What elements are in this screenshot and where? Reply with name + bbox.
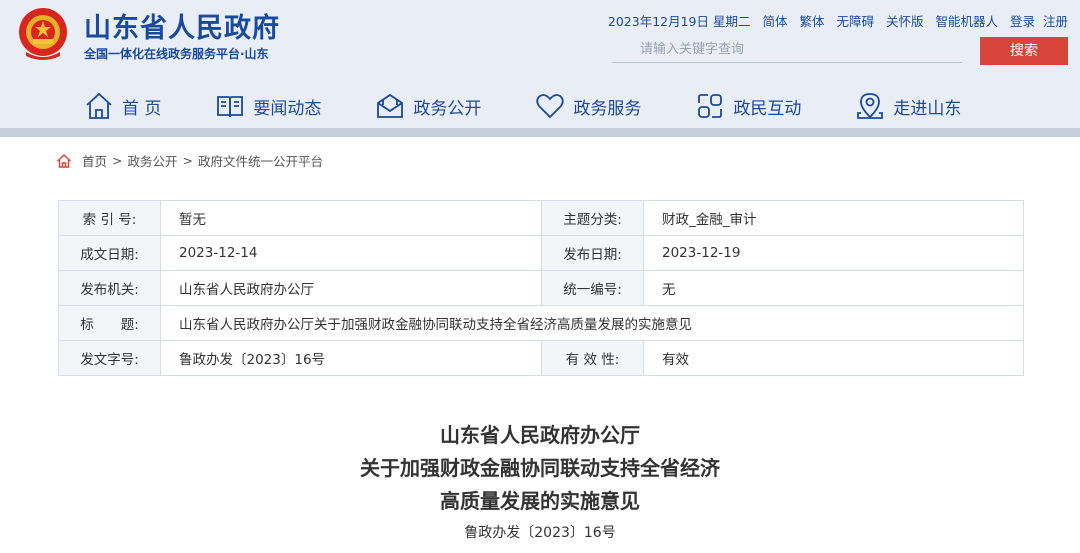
doc-number-value: 鲁政办发〔2023〕16号 [160, 340, 542, 376]
doc-number-label: 发文字号: [58, 340, 161, 376]
home-icon [56, 153, 72, 168]
title-value: 山东省人民政府办公厅关于加强财政金融协同联动支持全省经济高质量发展的实施意见 [160, 305, 1024, 341]
nav-interaction-label: 政民互动 [733, 98, 802, 119]
site-subtitle: 全国一体化在线政务服务平台·山东 [84, 47, 269, 61]
home-icon [86, 92, 112, 119]
link-robot[interactable]: 智能机器人 [935, 14, 998, 29]
heart-icon [536, 94, 565, 119]
created-date-label: 成文日期: [58, 235, 161, 271]
document-title-line-2: 关于加强财政金融协同联动支持全省经济 [360, 456, 720, 480]
table-row: 发布机关: 山东省人民政府办公厅 统一编号: 无 [58, 270, 1024, 306]
current-date: 2023年12月19日 星期二 [607, 14, 751, 29]
breadcrumb: 首页 > 政务公开 > 政府文件统一公开平台 [56, 151, 323, 170]
document-title-line-1: 山东省人民政府办公厅 [440, 423, 640, 447]
table-row: 发文字号: 鲁政办发〔2023〕16号 有 效 性: 有效 [58, 340, 1024, 376]
created-date-value: 2023-12-14 [160, 235, 542, 271]
main-nav: 首 页 要闻动态 政务公开 政务服务 政民互动 走进山东 [84, 88, 1015, 124]
interaction-icon [698, 94, 723, 118]
nav-home[interactable]: 首 页 [84, 88, 161, 124]
breadcrumb-separator: > [112, 153, 123, 168]
breadcrumb-public-affairs[interactable]: 政务公开 [128, 151, 178, 170]
book-icon [217, 96, 244, 118]
nav-news-label: 要闻动态 [253, 98, 322, 119]
link-register[interactable]: 注册 [1043, 14, 1068, 29]
title-label: 标 题: [58, 305, 161, 341]
document-number: 鲁政办发〔2023〕16号 [464, 525, 616, 541]
nav-news[interactable]: 要闻动态 [215, 88, 321, 124]
unified-number-value: 无 [643, 270, 1024, 306]
nav-shandong-label: 走进山东 [893, 98, 962, 119]
site-title[interactable]: 山东省人民政府 [84, 6, 280, 45]
nav-home-label: 首 页 [122, 98, 162, 119]
table-row: 标 题: 山东省人民政府办公厅关于加强财政金融协同联动支持全省经济高质量发展的实… [58, 305, 1024, 341]
breadcrumb-platform[interactable]: 政府文件统一公开平台 [198, 151, 323, 170]
breadcrumb-separator: > [182, 153, 193, 168]
issuing-org-label: 发布机关: [58, 270, 161, 306]
link-simplified[interactable]: 简体 [762, 14, 787, 29]
category-value: 财政_金融_审计 [643, 200, 1024, 236]
category-label: 主题分类: [541, 200, 644, 236]
search-button[interactable]: 搜索 [980, 37, 1068, 65]
table-row: 成文日期: 2023-12-14 发布日期: 2023-12-19 [58, 235, 1024, 271]
index-value: 暂无 [160, 200, 542, 236]
table-row: 索 引 号: 暂无 主题分类: 财政_金融_审计 [58, 200, 1024, 236]
document-info-table: 索 引 号: 暂无 主题分类: 财政_金融_审计 成文日期: 2023-12-1… [58, 200, 1024, 376]
unified-number-label: 统一编号: [541, 270, 644, 306]
nav-services[interactable]: 政务服务 [535, 88, 641, 124]
link-accessibility[interactable]: 无障碍 [836, 14, 874, 29]
nav-shandong[interactable]: 走进山东 [855, 88, 961, 124]
link-care-mode[interactable]: 关怀版 [886, 14, 924, 29]
nav-public-affairs-label: 政务公开 [413, 98, 482, 119]
national-emblem-icon [19, 8, 67, 60]
document-title-line-3: 高质量发展的实施意见 [440, 489, 640, 513]
mail-icon [377, 93, 404, 118]
nav-public-affairs[interactable]: 政务公开 [375, 88, 481, 124]
nav-interaction[interactable]: 政民互动 [695, 88, 801, 124]
top-links: 2023年12月19日 星期二 简体 繁体 无障碍 关怀版 智能机器人 登录 注… [608, 11, 1068, 30]
published-date-value: 2023-12-19 [643, 235, 1024, 271]
link-login[interactable]: 登录 [1010, 14, 1035, 29]
location-icon [857, 93, 884, 119]
link-traditional[interactable]: 繁体 [799, 14, 824, 29]
index-label: 索 引 号: [58, 200, 161, 236]
search-input[interactable] [612, 37, 962, 63]
header-divider [0, 128, 1080, 137]
breadcrumb-home[interactable]: 首页 [82, 151, 107, 170]
validity-value: 有效 [643, 340, 1024, 376]
issuing-org-value: 山东省人民政府办公厅 [160, 270, 542, 306]
validity-label: 有 效 性: [541, 340, 644, 376]
published-date-label: 发布日期: [541, 235, 644, 271]
nav-services-label: 政务服务 [573, 98, 642, 119]
